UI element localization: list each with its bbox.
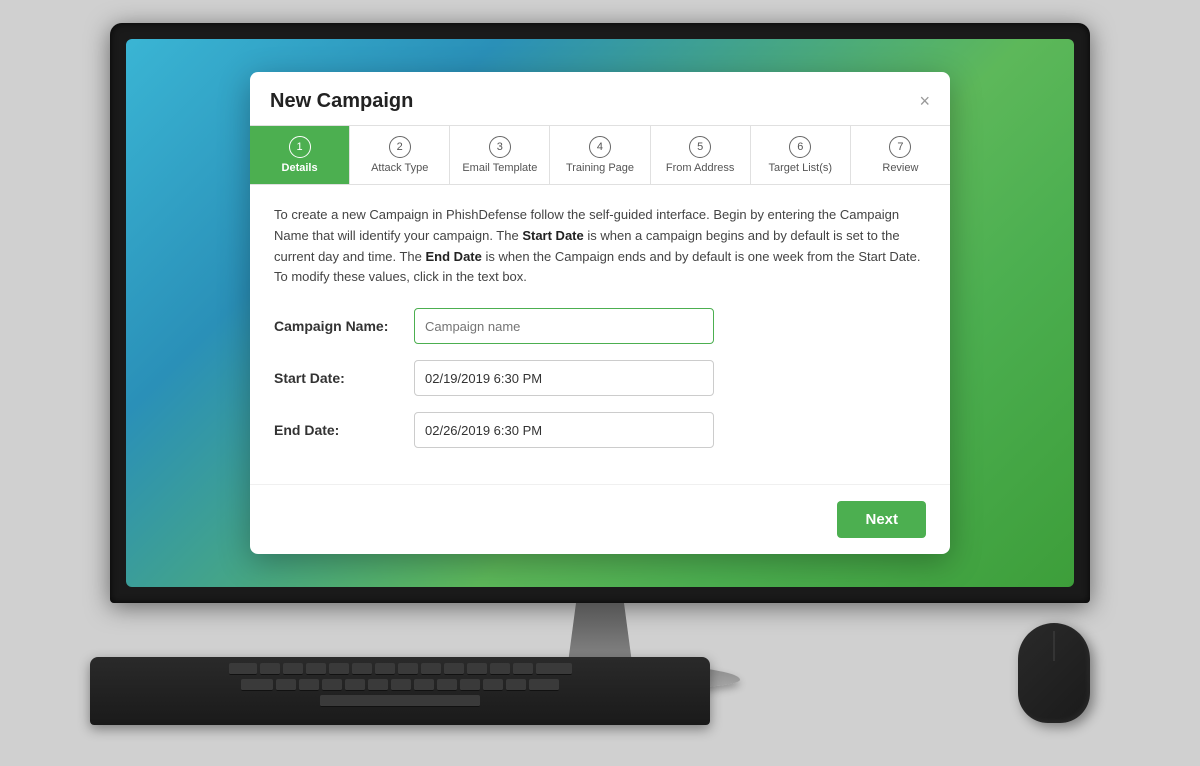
step-7-label: Review xyxy=(882,162,918,174)
step-1-number: 1 xyxy=(289,136,311,158)
key xyxy=(460,679,480,691)
step-7-number: 7 xyxy=(889,136,911,158)
key xyxy=(329,663,349,675)
key xyxy=(398,663,418,675)
key xyxy=(391,679,411,691)
screen-bezel: New Campaign × 1 Details 2 Attack Type 3 xyxy=(110,23,1090,603)
step-5-number: 5 xyxy=(689,136,711,158)
key xyxy=(444,663,464,675)
step-4-label: Training Page xyxy=(566,162,634,174)
step-4-number: 4 xyxy=(589,136,611,158)
campaign-name-row: Campaign Name: xyxy=(274,308,926,344)
key xyxy=(529,679,559,691)
step-review[interactable]: 7 Review xyxy=(851,126,950,184)
step-3-number: 3 xyxy=(489,136,511,158)
step-from-address[interactable]: 5 From Address xyxy=(651,126,751,184)
next-button[interactable]: Next xyxy=(837,501,926,538)
step-2-number: 2 xyxy=(389,136,411,158)
monitor: New Campaign × 1 Details 2 Attack Type 3 xyxy=(50,23,1150,743)
step-2-label: Attack Type xyxy=(371,162,428,174)
key xyxy=(483,679,503,691)
modal-header: New Campaign × xyxy=(250,72,950,126)
key xyxy=(322,679,342,691)
modal-footer: Next xyxy=(250,484,950,554)
step-target-lists[interactable]: 6 Target List(s) xyxy=(751,126,851,184)
modal-body: To create a new Campaign in PhishDefense… xyxy=(250,185,950,484)
end-date-input[interactable] xyxy=(414,412,714,448)
key xyxy=(368,679,388,691)
spacebar-key xyxy=(320,695,480,707)
modal-close-button[interactable]: × xyxy=(919,92,930,110)
key xyxy=(375,663,395,675)
step-attack-type[interactable]: 2 Attack Type xyxy=(350,126,450,184)
new-campaign-modal: New Campaign × 1 Details 2 Attack Type 3 xyxy=(250,72,950,554)
mouse xyxy=(1018,623,1090,723)
key xyxy=(421,663,441,675)
step-3-label: Email Template xyxy=(462,162,537,174)
key xyxy=(414,679,434,691)
monitor-stand-neck xyxy=(560,603,640,663)
step-1-label: Details xyxy=(282,162,318,174)
campaign-name-input[interactable] xyxy=(414,308,714,344)
start-date-label: Start Date: xyxy=(274,370,414,386)
step-details[interactable]: 1 Details xyxy=(250,126,350,184)
key xyxy=(513,663,533,675)
start-date-input[interactable] xyxy=(414,360,714,396)
step-6-label: Target List(s) xyxy=(768,162,832,174)
start-date-row: Start Date: xyxy=(274,360,926,396)
key xyxy=(241,679,273,691)
keyboard xyxy=(90,657,710,725)
step-6-number: 6 xyxy=(789,136,811,158)
key xyxy=(299,679,319,691)
key xyxy=(506,679,526,691)
key xyxy=(490,663,510,675)
key xyxy=(467,663,487,675)
steps-bar: 1 Details 2 Attack Type 3 Email Template… xyxy=(250,126,950,185)
key xyxy=(352,663,372,675)
key xyxy=(283,663,303,675)
key xyxy=(345,679,365,691)
step-email-template[interactable]: 3 Email Template xyxy=(450,126,550,184)
key xyxy=(260,663,280,675)
key xyxy=(229,663,257,675)
monitor-screen: New Campaign × 1 Details 2 Attack Type 3 xyxy=(126,39,1074,587)
campaign-name-label: Campaign Name: xyxy=(274,318,414,334)
key xyxy=(306,663,326,675)
description-text: To create a new Campaign in PhishDefense… xyxy=(274,205,926,288)
key xyxy=(276,679,296,691)
key xyxy=(536,663,572,675)
end-date-row: End Date: xyxy=(274,412,926,448)
step-training-page[interactable]: 4 Training Page xyxy=(550,126,650,184)
step-5-label: From Address xyxy=(666,162,734,174)
key xyxy=(437,679,457,691)
end-date-label: End Date: xyxy=(274,422,414,438)
modal-title: New Campaign xyxy=(270,90,413,113)
